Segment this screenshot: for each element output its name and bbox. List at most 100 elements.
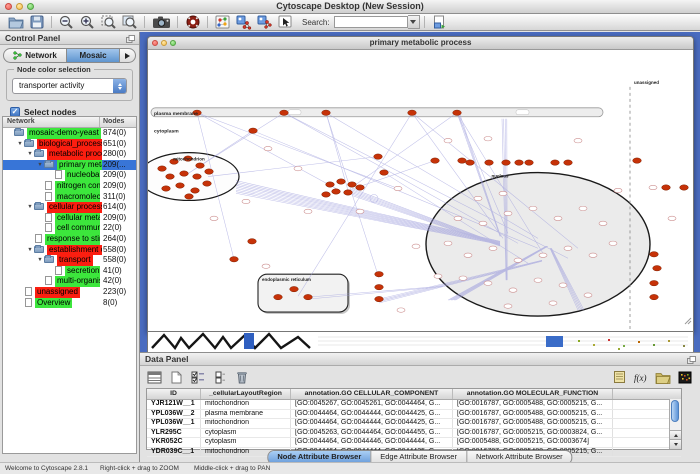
network-node[interactable] (394, 186, 402, 190)
network-node[interactable] (539, 253, 547, 257)
network-node-selected[interactable] (650, 252, 659, 257)
attribute-table-button[interactable] (145, 369, 163, 385)
tree-row[interactable]: macromolecule...311(0) (3, 192, 136, 203)
layout-settings-button[interactable] (213, 15, 232, 30)
tab-scroll-right-button[interactable] (120, 49, 135, 62)
network-node-selected[interactable] (248, 239, 257, 244)
network-node-selected[interactable] (466, 160, 475, 165)
network-node[interactable] (304, 209, 312, 213)
node-color-dropdown[interactable]: transporter activity (12, 78, 127, 94)
network-node[interactable] (499, 191, 507, 195)
search-dropdown-button[interactable] (408, 15, 420, 29)
network-node[interactable] (484, 136, 492, 140)
network-node[interactable] (514, 258, 522, 262)
zoom-in-button[interactable] (78, 15, 97, 30)
network-node-selected[interactable] (249, 128, 258, 133)
network-node-selected[interactable] (185, 194, 194, 199)
table-cell[interactable]: cytoplasm (201, 429, 291, 438)
network-node[interactable] (356, 209, 364, 213)
network-node-selected[interactable] (375, 296, 384, 301)
resize-grip-icon[interactable] (684, 312, 692, 330)
network-node[interactable] (614, 188, 622, 192)
network-node-selected[interactable] (408, 110, 417, 115)
delete-attribute-button[interactable] (233, 369, 251, 385)
network-node-selected[interactable] (337, 179, 346, 184)
network-node-selected[interactable] (680, 185, 689, 190)
network-node-selected[interactable] (485, 160, 494, 165)
network-node-selected[interactable] (332, 189, 341, 194)
network-node[interactable] (504, 211, 512, 215)
tree-row[interactable]: cellular metabo...209(0) (3, 213, 136, 224)
table-cell[interactable]: YKR052C (147, 438, 201, 447)
network-node[interactable] (534, 278, 542, 282)
zoom-selected-button[interactable] (99, 15, 118, 30)
network-node[interactable] (574, 138, 582, 142)
network-node[interactable] (489, 246, 497, 250)
expander-icon[interactable]: ▼ (26, 149, 34, 160)
attribute-editor-button[interactable] (610, 369, 628, 385)
table-cell[interactable]: [GO:0045263, GO:0044464, GO:0044455, G..… (291, 429, 453, 438)
network-node-selected[interactable] (344, 190, 353, 195)
network-node-selected[interactable] (374, 154, 383, 159)
table-cell[interactable]: mitochondrion (201, 419, 291, 428)
network-view-b-button[interactable] (255, 15, 274, 30)
tree-row[interactable]: Overview8(0) (3, 298, 136, 309)
tree-row[interactable]: secretion41(0) (3, 266, 136, 277)
tree-column-nodes[interactable]: Nodes (103, 118, 124, 125)
network-node[interactable] (599, 221, 607, 225)
network-node-selected[interactable] (551, 160, 560, 165)
network-node[interactable] (294, 166, 302, 170)
network-node[interactable] (412, 244, 420, 248)
network-node-selected[interactable] (564, 160, 573, 165)
network-node-selected[interactable] (348, 182, 357, 187)
network-node[interactable] (554, 216, 562, 220)
table-cell[interactable]: [GO:0045267, GO:0045261, GO:0044464, G..… (291, 400, 453, 409)
tree-row[interactable]: cell communicat...22(0) (3, 223, 136, 234)
network-node-selected[interactable] (180, 171, 189, 176)
tab-mosaic[interactable]: Mosaic (66, 49, 120, 62)
table-cell[interactable]: YDR039C__1 (147, 448, 201, 457)
dropdown-stepper-icon[interactable] (113, 79, 126, 93)
tree-row[interactable]: nitrogen compo...209(0) (3, 181, 136, 192)
tree-column-network[interactable]: Network (7, 118, 35, 125)
tree-row[interactable]: response to stimulu...264(0) (3, 234, 136, 245)
network-node-selected[interactable] (502, 160, 511, 165)
table-cell[interactable]: cytoplasm (201, 438, 291, 447)
network-canvas[interactable]: plasma membrane cytoplasm mitochondrion … (148, 49, 693, 331)
table-cell[interactable]: [GO:0044464, GO:0044446, GO:0044444, G..… (291, 438, 453, 447)
network-node[interactable] (649, 185, 657, 189)
network-node-selected[interactable] (176, 183, 185, 188)
table-cell[interactable]: mitochondrion (201, 400, 291, 409)
table-cell[interactable]: YPL036W__2 (147, 410, 201, 419)
network-node[interactable] (454, 216, 462, 220)
network-node[interactable] (262, 264, 270, 268)
expander-icon[interactable]: ▼ (36, 255, 44, 266)
close-button[interactable] (152, 40, 158, 46)
network-node[interactable] (474, 196, 482, 200)
network-node[interactable] (589, 253, 597, 257)
tree-row[interactable]: unassigned223(0) (3, 287, 136, 298)
network-node[interactable] (479, 221, 487, 225)
network-node-selected[interactable] (431, 158, 440, 163)
expander-icon[interactable]: ▼ (26, 202, 34, 213)
network-node-selected[interactable] (633, 158, 642, 163)
network-node[interactable] (397, 308, 405, 312)
expander-icon[interactable]: ▼ (26, 245, 34, 256)
maximize-button[interactable] (170, 40, 176, 46)
network-node[interactable] (529, 206, 537, 210)
network-node[interactable] (668, 216, 676, 220)
tree-row[interactable]: nucleobase-...209(0) (3, 170, 136, 181)
network-node[interactable] (579, 206, 587, 210)
table-cell[interactable]: YLR295C (147, 429, 201, 438)
close-button[interactable] (5, 3, 12, 10)
network-node[interactable] (609, 241, 617, 245)
network-node[interactable] (264, 146, 272, 150)
network-edge[interactable] (326, 113, 348, 191)
network-node-selected[interactable] (280, 110, 289, 115)
function-builder-button[interactable]: f(x) (632, 369, 650, 385)
table-row[interactable]: YKR052Ccytoplasm[GO:0044464, GO:0044446,… (147, 438, 681, 448)
network-node-selected[interactable] (196, 163, 205, 168)
network-node-selected[interactable] (162, 186, 171, 191)
open-file-button[interactable] (6, 15, 25, 30)
tree-row[interactable]: ▼cellular process614(0) (3, 202, 136, 213)
